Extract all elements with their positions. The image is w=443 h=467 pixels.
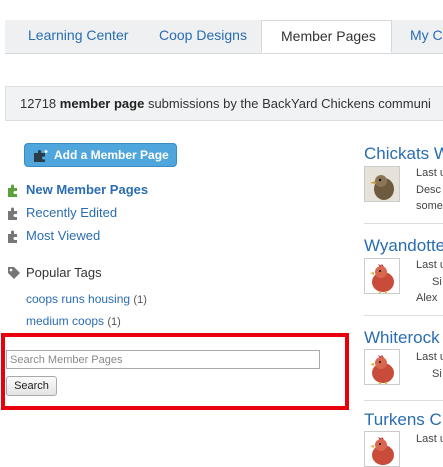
member-page-thumbnail[interactable] (364, 349, 400, 385)
tab-member-pages[interactable]: Member Pages (261, 20, 392, 53)
puzzle-gray-icon (7, 230, 21, 244)
member-page-thumbnail[interactable] (364, 166, 400, 202)
submission-text: submissions by the BackYard Chickens com… (147, 96, 431, 111)
tag-count: (1) (133, 294, 147, 306)
tag-label: medium coops (26, 314, 105, 328)
member-page-meta: Last u (416, 433, 443, 445)
member-page-desc: Alex (416, 292, 438, 304)
puzzle-green-icon (7, 184, 21, 198)
submission-count: 12718 (20, 96, 57, 111)
puzzle-gray-icon (7, 207, 21, 221)
member-page-title[interactable]: Chickats W (364, 144, 443, 164)
tag-label: coops runs housing (26, 292, 131, 306)
tab-bar: Learning Center Coop Designs Member Page… (0, 0, 443, 54)
nav-recently-edited-label: Recently Edited (26, 205, 118, 220)
nav-new-member-pages-label: New Member Pages (26, 182, 149, 197)
member-page-meta: Last u (416, 259, 443, 271)
member-page-thumbnail[interactable] (364, 431, 400, 467)
tag-link[interactable]: medium coops (1) (26, 314, 121, 328)
popular-tags-label: Popular Tags (26, 265, 102, 280)
tab-learning-center[interactable]: Learning Center (28, 20, 128, 53)
tag-count: (1) (107, 316, 121, 328)
highlight-box (1, 333, 349, 410)
member-page-title[interactable]: Turkens C (364, 410, 442, 430)
search-button[interactable]: Search (6, 376, 57, 396)
tag-link[interactable]: coops runs housing (1) (26, 292, 147, 306)
search-input[interactable] (6, 350, 320, 369)
member-page-title[interactable]: Wyandotte (364, 236, 443, 256)
member-page-desc: Si (432, 276, 442, 288)
divider (364, 400, 443, 401)
tag-icon (7, 266, 21, 283)
member-page-desc: Desc (416, 184, 442, 196)
divider (364, 315, 443, 316)
member-page-meta: Last u (416, 167, 443, 179)
submission-bold-text: member page (59, 96, 145, 111)
member-page-title[interactable]: Whiterock (364, 328, 440, 348)
member-page-meta: Last u (416, 351, 443, 363)
member-page-desc: some (416, 200, 443, 212)
submissions-info-bar: 12718 member page submissions by the Bac… (5, 86, 443, 121)
nav-most-viewed-label: Most Viewed (26, 228, 101, 243)
divider (364, 223, 443, 224)
tab-my-cl[interactable]: My Cl (410, 20, 443, 53)
puzzle-piece-icon (33, 148, 49, 170)
member-page-thumbnail[interactable] (364, 258, 400, 294)
tab-coop-designs[interactable]: Coop Designs (159, 20, 247, 53)
member-page-desc: Si (432, 368, 442, 380)
add-member-page-button[interactable]: Add a Member Page (24, 143, 177, 167)
add-member-page-label: Add a Member Page (54, 148, 169, 162)
